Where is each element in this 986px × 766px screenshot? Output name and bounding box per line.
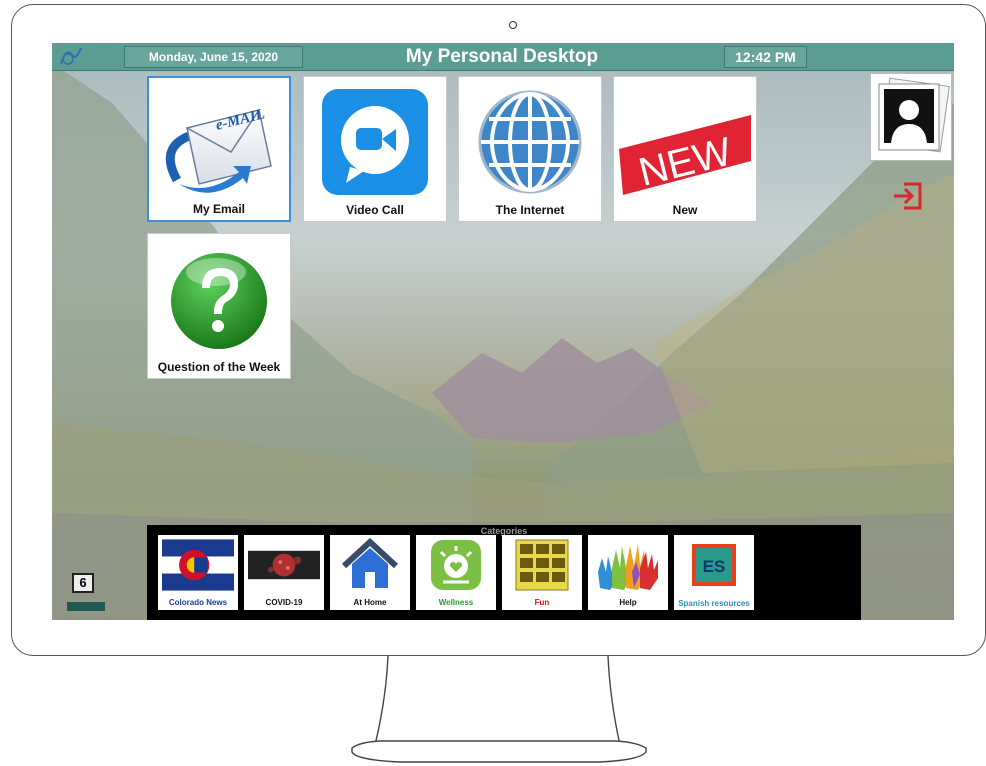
profile-photo-icon [878,77,950,153]
tile-label: New [672,203,698,217]
category-fun[interactable]: Fun [502,535,582,610]
category-at-home[interactable]: At Home [330,535,410,610]
categories-bar: Categories Colorado News COVID-19 At Hom… [147,525,861,620]
tile-my-email[interactable]: e-MAIL My Email [147,76,291,222]
tile-video-call[interactable]: Video Call [303,76,447,222]
video-call-icon [322,89,428,195]
globe-icon [478,90,582,194]
top-bar: Monday, June 15, 2020 My Personal Deskto… [52,43,954,71]
tile-label: The Internet [495,203,565,217]
date-display: Monday, June 15, 2020 [124,46,303,68]
webcam-dot [509,21,517,29]
category-spanish-resources[interactable]: ES Spanish resources [674,535,754,610]
hands-icon [598,544,658,590]
new-banner-icon: NEW [619,115,751,195]
email-icon: e-MAIL [165,106,272,193]
time-display: 12:42 PM [724,46,807,68]
category-wellness[interactable]: Wellness [416,535,496,610]
category-label: Colorado News [168,598,228,607]
category-label: Help [619,598,637,607]
exit-icon[interactable] [890,178,926,214]
tile-label: Question of the Week [157,360,281,374]
category-label: Spanish resources [678,599,750,608]
spanish-badge-text: ES [703,557,726,576]
new-banner-text: NEW [635,129,736,194]
puzzle-grid-icon [515,539,569,591]
tile-label: My Email [192,202,246,216]
logo-icon[interactable] [58,45,84,67]
home-icon [341,538,399,588]
page-title: My Personal Desktop [405,46,599,67]
tile-new[interactable]: NEW New [613,76,757,222]
category-help[interactable]: Help [588,535,668,610]
question-icon [171,253,267,349]
desktop-screen: Monday, June 15, 2020 My Personal Deskto… [52,43,954,620]
category-label: COVID-19 [265,598,303,607]
tile-question-of-the-week[interactable]: Question of the Week [147,233,291,379]
category-label: Fun [534,598,550,607]
spanish-badge-icon: ES [692,544,736,586]
tile-label: Video Call [346,203,404,217]
colorado-flag-icon [162,539,234,591]
profile-photo[interactable] [870,73,952,161]
category-label: Wellness [438,598,474,607]
virus-icon [248,550,320,580]
category-covid-19[interactable]: COVID-19 [244,535,324,610]
mini-status-bar [67,602,105,611]
category-label: At Home [353,598,387,607]
page-number-button[interactable]: 6 [72,573,94,593]
tile-the-internet[interactable]: The Internet [458,76,602,222]
wellness-icon [431,540,481,590]
category-colorado-news[interactable]: Colorado News [158,535,238,610]
